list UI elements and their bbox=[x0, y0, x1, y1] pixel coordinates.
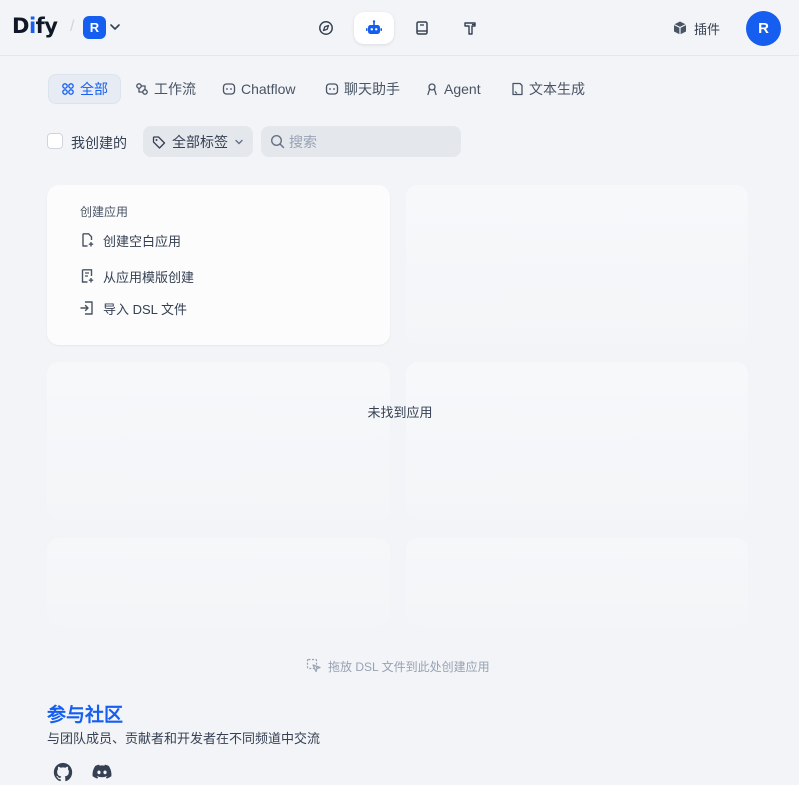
import-dsl-button[interactable]: 导入 DSL 文件 bbox=[79, 297, 187, 319]
workflow-icon bbox=[136, 83, 148, 95]
plugins-button[interactable]: 插件 bbox=[672, 14, 734, 42]
tag-filter-label: 全部标签 bbox=[172, 133, 228, 150]
created-by-me-checkbox[interactable] bbox=[47, 133, 63, 149]
tab-chatbot-label: 聊天助手 bbox=[344, 81, 400, 97]
drop-hint: 拖放 DSL 文件到此处创建应用 bbox=[306, 657, 490, 675]
nav-tools-button[interactable] bbox=[450, 12, 490, 44]
tab-completion[interactable]: 文本生成 bbox=[498, 74, 597, 104]
create-from-template-button[interactable]: 从应用模版创建 bbox=[79, 265, 194, 287]
placeholder-card bbox=[406, 538, 748, 626]
community-title: 参与社区 bbox=[47, 705, 124, 726]
tab-workflow[interactable]: 工作流 bbox=[123, 74, 208, 104]
placeholder-card bbox=[47, 538, 390, 626]
placeholder-card bbox=[47, 362, 390, 520]
top-header: Dify / R 插件 R bbox=[0, 0, 799, 56]
tab-chatbot[interactable]: 聊天助手 bbox=[313, 74, 412, 104]
tab-chatflow-label: Chatflow bbox=[241, 81, 296, 97]
compass-icon bbox=[319, 21, 333, 35]
import-icon bbox=[80, 301, 93, 315]
tag-icon bbox=[152, 135, 166, 149]
search-input[interactable] bbox=[289, 133, 449, 150]
search-box[interactable] bbox=[261, 126, 461, 157]
grid-icon bbox=[62, 83, 74, 95]
cube-icon bbox=[673, 21, 687, 35]
chatflow-icon bbox=[222, 83, 236, 95]
book-icon bbox=[416, 21, 428, 35]
user-avatar[interactable]: R bbox=[746, 11, 781, 46]
placeholder-card bbox=[406, 362, 748, 520]
tab-chatflow[interactable]: Chatflow bbox=[210, 74, 307, 104]
workspace-badge[interactable]: R bbox=[83, 16, 106, 39]
empty-state-text: 未找到应用 bbox=[367, 405, 433, 420]
document-icon bbox=[512, 82, 523, 96]
import-dsl-label: 导入 DSL 文件 bbox=[103, 301, 188, 317]
tag-filter-dropdown[interactable]: 全部标签 bbox=[143, 126, 253, 157]
nav-studio-button[interactable] bbox=[354, 12, 394, 44]
tab-completion-label: 文本生成 bbox=[529, 81, 585, 97]
create-blank-app-button[interactable]: 创建空白应用 bbox=[79, 229, 181, 251]
tab-agent-label: Agent bbox=[444, 81, 481, 97]
create-app-card: 创建应用 创建空白应用 从应用模版创建 导入 DSL 文件 bbox=[47, 185, 390, 345]
github-icon[interactable] bbox=[52, 761, 74, 783]
plugins-label: 插件 bbox=[694, 21, 721, 37]
robot-icon bbox=[366, 20, 382, 34]
hammer-icon bbox=[464, 22, 476, 35]
chevron-down-icon bbox=[235, 139, 243, 144]
agent-icon bbox=[427, 83, 437, 96]
nav-explore-button[interactable] bbox=[306, 12, 346, 44]
tab-all-label: 全部 bbox=[80, 81, 108, 97]
tab-workflow-label: 工作流 bbox=[154, 81, 196, 97]
chat-bubble-icon bbox=[325, 83, 339, 95]
nav-knowledge-button[interactable] bbox=[402, 12, 442, 44]
created-by-me-label[interactable]: 我创建的 bbox=[71, 133, 127, 153]
create-blank-app-label: 创建空白应用 bbox=[103, 233, 182, 249]
new-file-icon bbox=[82, 233, 94, 247]
placeholder-card bbox=[406, 185, 748, 345]
create-from-template-label: 从应用模版创建 bbox=[103, 269, 195, 285]
tab-agent[interactable]: Agent bbox=[413, 74, 493, 104]
search-icon bbox=[270, 134, 285, 149]
tab-all[interactable]: 全部 bbox=[48, 74, 121, 104]
template-icon bbox=[81, 269, 94, 283]
discord-icon[interactable] bbox=[91, 761, 113, 783]
dify-logo[interactable]: Dify bbox=[12, 14, 58, 38]
drag-drop-icon bbox=[306, 658, 321, 673]
drop-hint-label: 拖放 DSL 文件到此处创建应用 bbox=[328, 659, 490, 674]
create-app-title: 创建应用 bbox=[80, 205, 129, 219]
header-divider: / bbox=[70, 18, 75, 35]
community-description: 与团队成员、贡献者和开发者在不同频道中交流 bbox=[47, 731, 321, 746]
chevron-down-icon[interactable] bbox=[108, 20, 122, 34]
